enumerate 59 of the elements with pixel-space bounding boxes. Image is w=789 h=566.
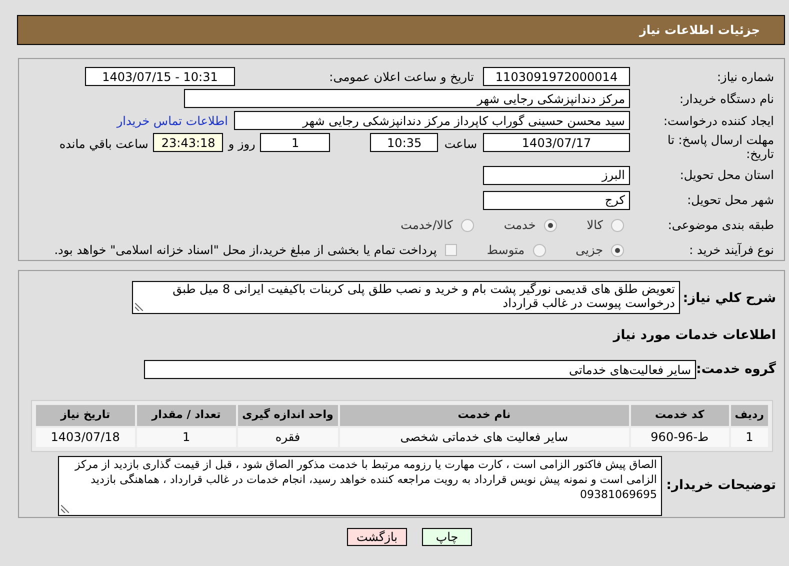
field-label: ساعت bbox=[444, 136, 477, 153]
table-cell: فقره bbox=[238, 428, 338, 446]
field-label: مهلت ارسال پاسخ: تا تاریخ: bbox=[666, 133, 774, 161]
page-title: جزئیات اطلاعات نیاز bbox=[639, 22, 760, 39]
field-label: جزیی bbox=[576, 242, 603, 260]
field-label: روز و bbox=[228, 136, 256, 153]
column-header: واحد اندازه گیری bbox=[238, 404, 338, 426]
field-label: کالا bbox=[586, 217, 603, 234]
need-number-field[interactable]: 1103091972000014 bbox=[483, 67, 630, 86]
field-label: شهر محل تحویل: bbox=[686, 192, 774, 210]
city-field[interactable]: کرج bbox=[483, 190, 630, 210]
deadline-time-field[interactable]: 10:35 bbox=[370, 133, 438, 152]
radio-button[interactable] bbox=[544, 218, 557, 232]
creator-field[interactable]: سید محسن حسینی گوراب کاپرداز مرکز دندانپزشکی رجایی شهر bbox=[234, 111, 630, 130]
buyer-org-field[interactable]: مرکز دندانپزشکی رجایی شهر bbox=[184, 89, 630, 108]
field-label: متوسط bbox=[486, 242, 525, 260]
column-header: تعداد / مقدار bbox=[136, 404, 236, 426]
column-header: نام خدمت bbox=[340, 404, 629, 426]
field-label: شماره نیاز: bbox=[716, 68, 774, 86]
buyer-notes-field[interactable]: الصاق پیش فاکتور الزامی است ، کارت مهارت یا رزومه مرتبط با خدمت مذکور الصاق شود ، قبل از قیمت گذاری بازدید از مرکز الزامی است و نمونه پیش نویس قرارداد به رویت مراجعه کننده خواهد رسید، انجام خدمات در غالب قرارداد ، هماهنگی بازدید 09381069695 bbox=[58, 456, 662, 516]
field-label: نوع فرآیند خرید : bbox=[688, 242, 774, 260]
field-label: گروه خدمت: bbox=[696, 360, 776, 379]
section-title: اطلاعات خدمات مورد نیاز bbox=[613, 328, 776, 343]
back-button[interactable]: بازگشت bbox=[347, 528, 407, 546]
field-label: تاریخ و ساعت اعلان عمومی: bbox=[328, 68, 475, 86]
remaining-time-field[interactable]: 23:43:18 bbox=[153, 133, 224, 152]
field-label: ساعت باقي مانده bbox=[59, 136, 148, 153]
column-header: تاریخ نیاز bbox=[36, 404, 135, 426]
radio-button[interactable] bbox=[460, 218, 474, 232]
service-group-field[interactable]: سایر فعالیت‌های خدماتی bbox=[144, 360, 696, 380]
field-label: استان محل تحویل: bbox=[678, 167, 774, 184]
radio-button[interactable] bbox=[611, 244, 624, 257]
table-cell: سایر فعالیت های خدماتی شخصی bbox=[340, 428, 629, 446]
field-label: طبقه بندی موضوعی: bbox=[666, 217, 774, 234]
column-header: ردیف bbox=[730, 404, 768, 426]
table-cell: ط-96-960 bbox=[630, 428, 729, 446]
column-header: کد خدمت bbox=[630, 404, 729, 426]
radio-button[interactable] bbox=[611, 218, 624, 232]
field-label: خدمت bbox=[504, 217, 536, 234]
announce-date-field[interactable]: 1403/07/15 - 10:31 bbox=[85, 67, 235, 86]
field-label: نام دستگاه خریدار: bbox=[678, 90, 774, 108]
print-button[interactable]: چاپ bbox=[422, 528, 472, 546]
table-cell: 1 bbox=[730, 428, 768, 446]
field-label: ایجاد کننده درخواست: bbox=[662, 112, 774, 130]
checkbox[interactable] bbox=[444, 244, 457, 256]
buyer-contact-link[interactable]: اطلاعات تماس خریدار bbox=[116, 112, 228, 130]
resize-grip-icon[interactable] bbox=[61, 504, 69, 512]
description-field[interactable]: تعویض طلق های قدیمی نورگیر پشت بام و خرید و نصب طلق پلی کربنات باکیفیت ایرانی 8 میل طبق درخواست پیوست در غالب قرارداد bbox=[132, 281, 680, 314]
radio-button[interactable] bbox=[532, 244, 546, 257]
field-label: توضیحات خریدار: bbox=[665, 476, 776, 495]
field-label: پرداخت تمام یا بخشی از مبلغ خرید،از محل "اسناد خزانه اسلامی" خواهد بود. bbox=[54, 242, 437, 260]
field-label: شرح کلي نياز: bbox=[682, 290, 776, 308]
field-label: کالا/خدمت bbox=[400, 217, 453, 234]
province-field[interactable]: البرز bbox=[483, 166, 630, 185]
table-cell: 1 bbox=[136, 428, 236, 446]
days-field[interactable]: 1 bbox=[260, 133, 330, 152]
resize-grip-icon[interactable] bbox=[135, 303, 143, 311]
table-cell: 1403/07/18 bbox=[36, 428, 135, 446]
deadline-date-field[interactable]: 1403/07/17 bbox=[483, 133, 630, 152]
